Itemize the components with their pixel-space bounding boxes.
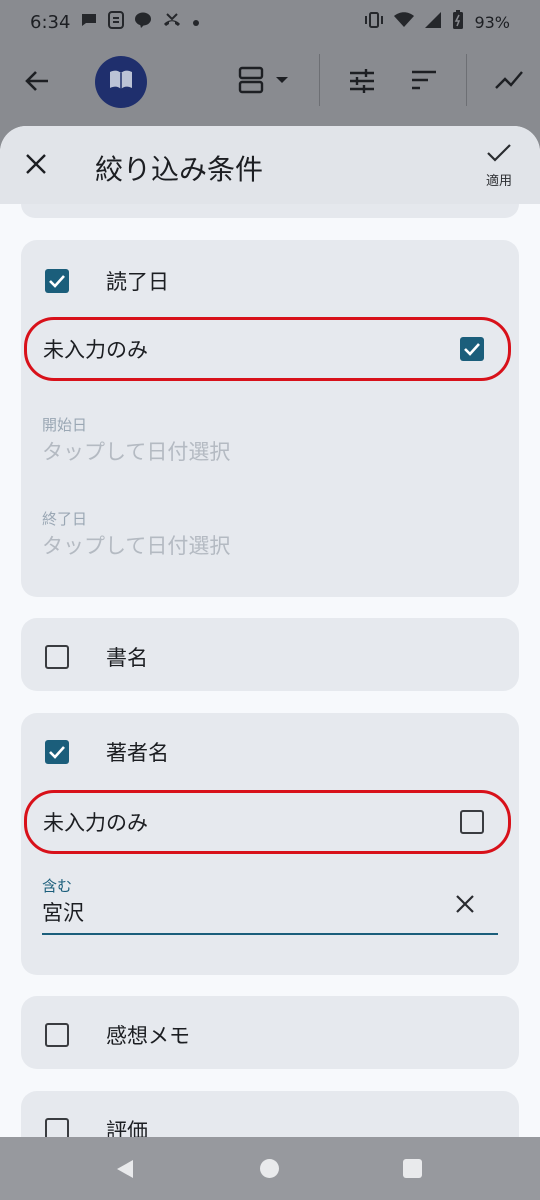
tune-icon[interactable] (348, 68, 376, 98)
apply-label: 適用 (485, 174, 512, 189)
filter-toggle-author[interactable]: 著者名 (45, 737, 169, 767)
dot-icon (192, 12, 200, 32)
view-layout-icon[interactable] (238, 66, 292, 98)
end-date-label: 終了日 (42, 510, 88, 528)
filter-toggle-read-date[interactable]: 読了日 (45, 266, 169, 296)
author-contains-field[interactable]: 含む 宮沢 (42, 875, 498, 945)
divider (466, 54, 467, 106)
book-icon (108, 69, 134, 95)
close-icon (25, 153, 47, 179)
filter-label-title: 書名 (106, 646, 148, 670)
previous-filter-card (21, 204, 519, 218)
app-bar (0, 44, 540, 130)
signal-icon (424, 11, 442, 33)
empty-only-checkbox-unchecked[interactable] (460, 810, 484, 834)
empty-only-option-author[interactable]: 未入力のみ (24, 790, 511, 854)
line-app-icon (134, 11, 152, 34)
vibrate-icon (364, 11, 384, 33)
nav-recents-icon[interactable] (403, 1159, 422, 1178)
checkbox-unchecked[interactable] (45, 1023, 69, 1047)
close-button[interactable] (20, 150, 52, 182)
sheet-title: 絞り込み条件 (95, 153, 264, 186)
end-date-field[interactable]: タップして日付選択 (42, 530, 230, 560)
empty-only-label: 未入力のみ (43, 811, 148, 835)
sheet-header: 絞り込み条件 適用 (0, 126, 540, 204)
chat-bubble-icon (80, 11, 98, 34)
checkbox-checked[interactable] (45, 740, 69, 764)
filter-card-author: 著者名 未入力のみ 含む 宮沢 (21, 713, 519, 975)
checkbox-checked[interactable] (45, 269, 69, 293)
filter-toggle-memo[interactable]: 感想メモ (45, 1020, 190, 1050)
empty-only-checkbox-checked[interactable] (460, 337, 484, 361)
nav-home-icon[interactable] (260, 1159, 279, 1178)
start-date-field[interactable]: タップして日付選択 (42, 436, 230, 466)
filter-card-memo: 感想メモ (21, 996, 519, 1069)
avatar[interactable] (95, 56, 147, 108)
filter-card-read-date: 読了日 未入力のみ 開始日 タップして日付選択 終了日 タップして日付選択 (21, 240, 519, 597)
empty-only-option-read-date[interactable]: 未入力のみ (24, 317, 511, 381)
filter-label-author: 著者名 (106, 741, 169, 765)
filter-toggle-title[interactable]: 書名 (45, 642, 148, 672)
battery-icon (452, 10, 464, 34)
status-time: 6:34 (30, 11, 71, 33)
input-underline (42, 933, 498, 935)
system-nav-bar (0, 1137, 540, 1200)
missed-call-icon (162, 12, 182, 33)
status-left: 6:34 (30, 10, 200, 34)
apply-button[interactable]: 適用 (478, 142, 520, 189)
checkbox-unchecked[interactable] (45, 645, 69, 669)
sync-icon (108, 10, 125, 34)
divider (319, 54, 320, 106)
start-date-label: 開始日 (42, 416, 88, 434)
filter-card-title: 書名 (21, 618, 519, 691)
trending-icon[interactable] (494, 68, 524, 94)
filter-label-memo: 感想メモ (106, 1024, 190, 1048)
sort-icon[interactable] (410, 68, 438, 96)
check-icon (486, 142, 512, 168)
filter-label-read-date: 読了日 (106, 270, 169, 294)
status-right: 93% (364, 10, 510, 34)
status-bar: 6:34 93% (0, 0, 540, 44)
contains-label: 含む (42, 877, 73, 895)
contains-input-value[interactable]: 宮沢 (42, 897, 84, 927)
filter-sheet: 絞り込み条件 適用 読了日 未入力のみ 開始日 タップして日付選択 終了日 タッ… (0, 126, 540, 1200)
clear-icon[interactable] (454, 893, 480, 919)
nav-back-icon[interactable] (115, 1158, 135, 1184)
wifi-icon (394, 12, 415, 32)
battery-percent: 93% (474, 12, 510, 32)
arrow-back-icon[interactable] (22, 66, 52, 100)
empty-only-label: 未入力のみ (43, 338, 148, 362)
